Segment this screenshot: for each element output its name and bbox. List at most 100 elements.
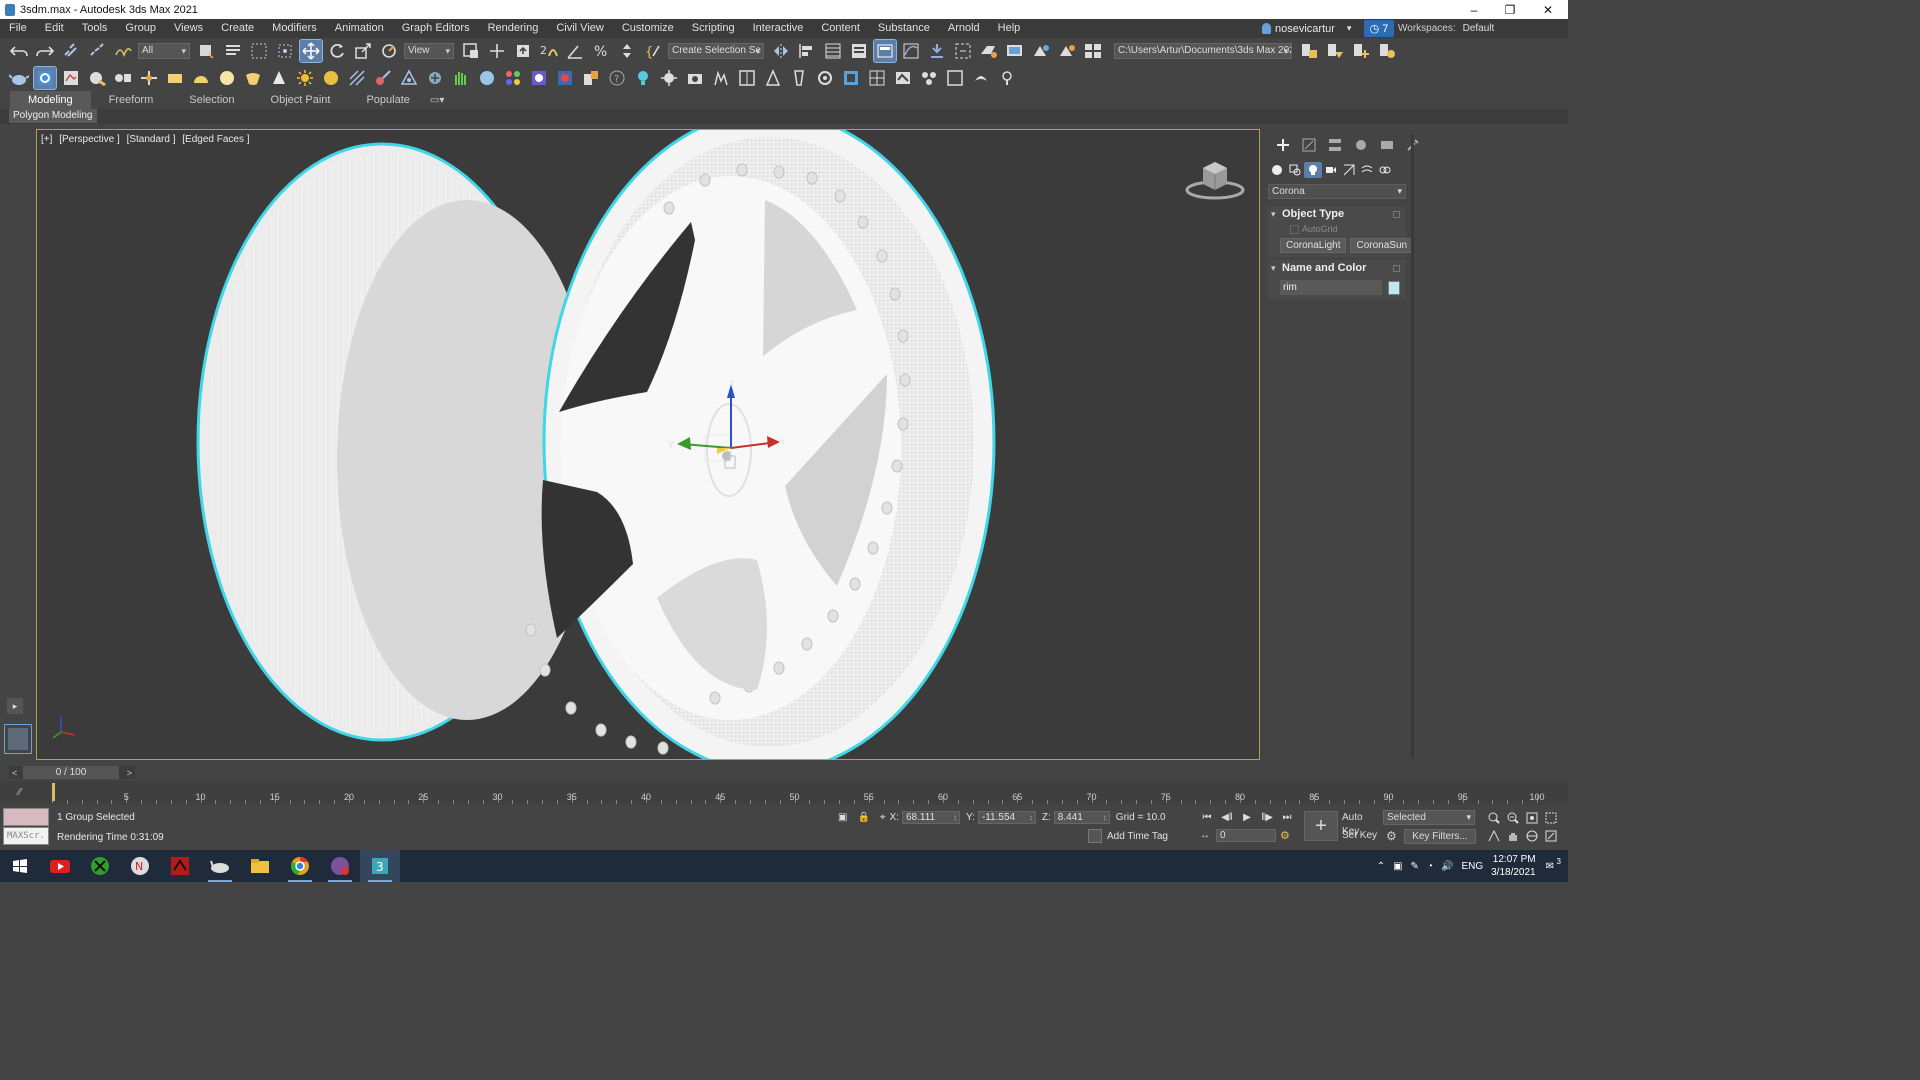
viewport-menu-plus[interactable]: [+]	[41, 134, 52, 145]
move-icon[interactable]	[299, 39, 323, 63]
corona-scatter-icon[interactable]	[346, 67, 368, 89]
corona-sun-icon[interactable]	[294, 67, 316, 89]
arnold-options-icon[interactable]	[814, 67, 836, 89]
spinner-snap-icon[interactable]	[616, 40, 638, 62]
corona-light-cone-icon[interactable]	[268, 67, 290, 89]
corona-sky-icon[interactable]	[320, 67, 342, 89]
object-name-field[interactable]: rim	[1280, 280, 1383, 295]
next-frame-icon[interactable]: ‖▶	[1257, 810, 1277, 824]
redo-icon[interactable]	[34, 40, 56, 62]
z-coordinate-field[interactable]: 8.441	[1053, 811, 1110, 824]
corona-fur-icon[interactable]	[450, 67, 472, 89]
menu-content[interactable]: Content	[812, 19, 869, 38]
go-to-start-icon[interactable]: ⏮	[1197, 810, 1217, 824]
keyboard-shortcut-icon[interactable]	[512, 40, 534, 62]
tab-populate[interactable]: Populate	[348, 91, 427, 109]
project-path-select[interactable]: C:\Users\Artur\Documents\3ds Max 2021	[1114, 43, 1292, 59]
y-coordinate-field[interactable]: -11.554	[977, 811, 1036, 824]
corona-light-sphere-icon[interactable]	[216, 67, 238, 89]
maximize-viewport-icon[interactable]	[1541, 827, 1560, 845]
corona-render-elements-icon[interactable]	[554, 67, 576, 89]
current-frame-field[interactable]: 0	[1216, 829, 1276, 842]
spacewarps-icon[interactable]	[1358, 162, 1376, 178]
schematic-view-icon[interactable]	[926, 40, 948, 62]
prev-frame-arrow-icon[interactable]: <	[9, 768, 20, 778]
polygon-modeling-panel[interactable]: Polygon Modeling	[9, 109, 97, 123]
render-production-icon[interactable]	[1030, 40, 1052, 62]
app-circle-icon[interactable]: N	[120, 850, 160, 882]
corona-sphere-icon[interactable]	[476, 67, 498, 89]
new-project-icon[interactable]	[1350, 40, 1372, 62]
render-in-cloud-icon[interactable]	[1082, 40, 1104, 62]
start-button[interactable]	[0, 850, 40, 882]
viewport-layout-thumb[interactable]	[4, 724, 32, 754]
lights-icon[interactable]	[1304, 162, 1322, 178]
corona-decal-icon[interactable]	[424, 67, 446, 89]
arnold-book-icon[interactable]	[736, 67, 758, 89]
corona-tools-icon[interactable]	[138, 67, 160, 89]
motion-tab-icon[interactable]	[1348, 136, 1374, 154]
open-project-icon[interactable]	[1324, 40, 1346, 62]
arnold-camera-icon[interactable]	[944, 67, 966, 89]
geometry-icon[interactable]	[1268, 162, 1286, 178]
viewcube[interactable]	[1185, 156, 1247, 207]
menu-views[interactable]: Views	[165, 19, 212, 38]
xbox-icon[interactable]	[80, 850, 120, 882]
arnold-grid-icon[interactable]	[866, 67, 888, 89]
youtube-icon[interactable]	[40, 850, 80, 882]
play-icon[interactable]: ▶	[1237, 810, 1257, 824]
menu-modifiers[interactable]: Modifiers	[263, 19, 326, 38]
menu-civil-view[interactable]: Civil View	[547, 19, 612, 38]
cameras-icon[interactable]	[1322, 162, 1340, 178]
go-to-end-icon[interactable]: ⏭	[1277, 810, 1297, 824]
file-explorer-icon[interactable]	[240, 850, 280, 882]
field-of-view-icon[interactable]	[1484, 827, 1503, 845]
scale-icon[interactable]	[352, 40, 374, 62]
key-mode-select[interactable]: Selected	[1383, 810, 1475, 825]
rotate-icon[interactable]	[326, 40, 348, 62]
menu-help[interactable]: Help	[989, 19, 1030, 38]
select-manipulate-icon[interactable]	[486, 40, 508, 62]
link-icon[interactable]	[60, 40, 82, 62]
set-key-button[interactable]: Set Key	[1342, 829, 1380, 843]
corona-multimap-icon[interactable]	[502, 67, 524, 89]
window-crossing-icon[interactable]	[274, 40, 296, 62]
volume-icon[interactable]: 🔊	[1441, 861, 1453, 872]
systems-icon[interactable]	[1376, 162, 1394, 178]
network-drive-icon[interactable]: ▣	[1393, 861, 1402, 872]
select-by-name-icon[interactable]	[222, 40, 244, 62]
arnold-light-icon[interactable]	[632, 67, 654, 89]
close-button[interactable]: ✕	[1530, 0, 1566, 19]
corona-sun-button[interactable]: CoronaSun	[1350, 238, 1414, 253]
viewport-label[interactable]: [+] [Perspective ] [Standard ] [Edged Fa…	[41, 134, 254, 145]
unlink-icon[interactable]	[86, 40, 108, 62]
pivot-icon[interactable]	[460, 40, 482, 62]
menu-group[interactable]: Group	[116, 19, 165, 38]
x-coordinate-field[interactable]: 68.111	[902, 811, 960, 824]
autogrid-checkbox[interactable]: AutoGrid	[1268, 222, 1406, 236]
angle-snap-icon[interactable]	[564, 40, 586, 62]
expand-layout-icon[interactable]: ▸	[7, 698, 23, 714]
hierarchy-tab-icon[interactable]	[1322, 136, 1348, 154]
tab-freeform[interactable]: Freeform	[91, 91, 172, 109]
ref-coord-select[interactable]: View	[404, 43, 454, 59]
time-slider[interactable]: < 0 / 100 >	[9, 766, 135, 779]
menu-animation[interactable]: Animation	[326, 19, 393, 38]
wifi-icon[interactable]: ◔	[1427, 861, 1433, 872]
arnold-shader-icon[interactable]	[710, 67, 732, 89]
clock-badge[interactable]: ◷ 7	[1364, 20, 1394, 37]
corona-light-dome-icon[interactable]	[190, 67, 212, 89]
snaps-toggle-icon[interactable]: 2	[538, 40, 560, 62]
arnold-ipr-icon[interactable]	[684, 67, 706, 89]
auto-key-button[interactable]: Auto Key	[1342, 811, 1380, 837]
render-iterative-icon[interactable]	[1056, 40, 1078, 62]
display-tab-icon[interactable]	[1374, 136, 1400, 154]
render-setup-icon[interactable]	[978, 40, 1000, 62]
corona-proxy-icon[interactable]	[372, 67, 394, 89]
viber-icon[interactable]	[320, 850, 360, 882]
align-icon[interactable]	[796, 40, 818, 62]
orbit-icon[interactable]	[1522, 827, 1541, 845]
corona-converter2-icon[interactable]	[580, 67, 602, 89]
zoom-icon[interactable]	[1484, 809, 1503, 827]
helpers-icon[interactable]	[1340, 162, 1358, 178]
